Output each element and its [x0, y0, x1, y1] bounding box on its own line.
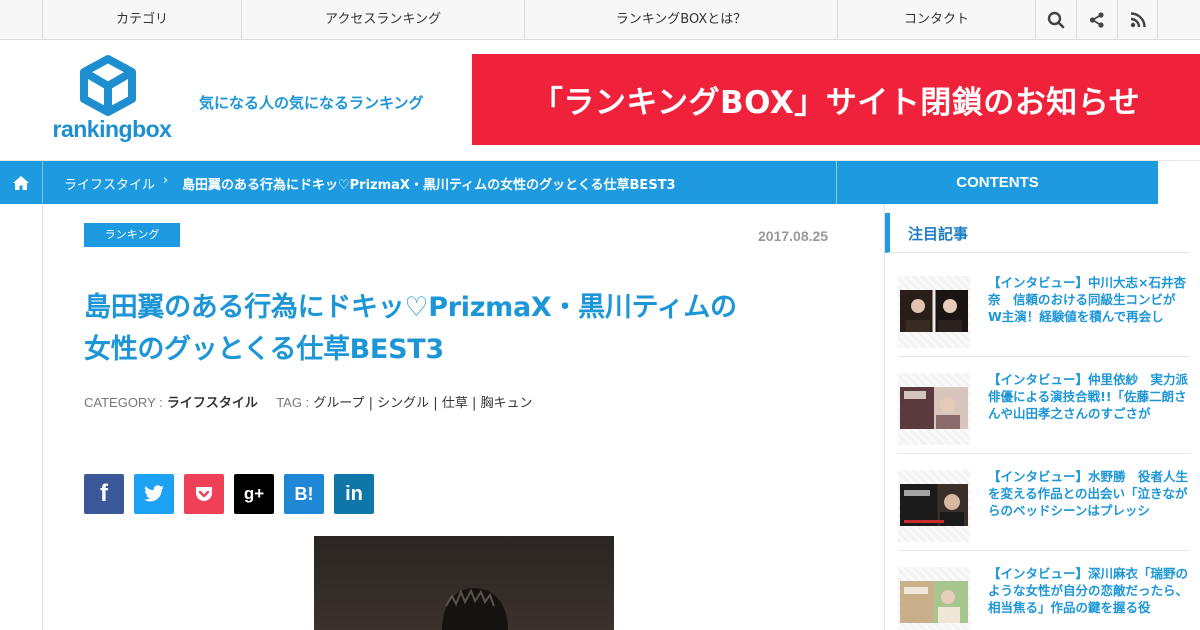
sidebar-article-title[interactable]: 【インタビュー】深川麻衣「瑞野のような女性が自分の恋敵だったら、相当焦る」作品の… [988, 565, 1188, 616]
sidebar-article-title[interactable]: 【インタビュー】仲里依紗 実力派俳優による演技合戦!!「佐藤二朗さんや山田孝之さ… [988, 371, 1188, 422]
home-button[interactable] [0, 161, 43, 204]
category-value-link[interactable]: ライフスタイル [167, 396, 258, 411]
linkedin-icon: in [345, 482, 363, 505]
article-thumbnail[interactable] [898, 276, 970, 348]
hatena-bookmark-button[interactable]: B! [284, 474, 324, 514]
logo-wordmark: rankingbox [52, 116, 172, 142]
sidebar-article-item[interactable]: 【インタビュー】仲里依紗 実力派俳優による演技合戦!!「佐藤二朗さんや山田孝之さ… [898, 371, 1190, 454]
thumbnail-image [900, 581, 968, 623]
rss-icon [1130, 12, 1146, 28]
article-title: 島田翼のある行為にドキッ♡PrizmaX・黒川ティムの 女性のグッとくる仕草BE… [84, 287, 844, 371]
home-icon [13, 175, 29, 190]
breadcrumb-category-link[interactable]: ライフスタイル [64, 174, 155, 193]
article-title-line2: 女性のグッとくる仕草BEST3 [84, 334, 444, 365]
rss-button[interactable] [1117, 0, 1158, 40]
sidebar-border [884, 204, 885, 630]
sidebar-article-item[interactable]: 【インタビュー】中川大志×石井杏奈 信頼のおける同級生コンビがW主演！経験値を積… [898, 274, 1190, 357]
share-button[interactable] [1076, 0, 1117, 40]
nav-item-category[interactable]: カテゴリ [42, 0, 241, 40]
sidebar-heading-text: 注目記事 [908, 225, 969, 243]
chevron-right-icon: › [163, 173, 169, 188]
sidebar-article-title[interactable]: 【インタビュー】水野勝 役者人生を変える作品との出会い「泣きながらのベッドシーン… [988, 468, 1188, 519]
top-navigation: カテゴリ アクセスランキング ランキングBOXとは？ コンタクト [0, 0, 1200, 40]
twitter-icon [144, 485, 164, 502]
search-icon [1047, 11, 1065, 29]
article-date: 2017.08.25 [758, 228, 829, 244]
article-thumbnail[interactable] [898, 373, 970, 445]
category-badge[interactable]: ランキング [84, 223, 180, 247]
sidebar-article-item[interactable]: 【インタビュー】水野勝 役者人生を変える作品との出会い「泣きながらのベッドシーン… [898, 468, 1190, 551]
breadcrumb-bar: ライフスタイル › 島田翼のある行為にドキッ♡PrizmaX・黒川ティムの女性の… [0, 161, 1158, 204]
googleplus-icon: g+ [243, 484, 265, 503]
thumbnail-image [900, 484, 968, 526]
contents-tab[interactable]: CONTENTS [836, 161, 1158, 204]
main-column-border [42, 204, 43, 630]
person-hair-image [442, 588, 508, 630]
pocket-share-button[interactable] [184, 474, 224, 514]
site-logo[interactable]: rankingbox [46, 54, 176, 146]
hatena-icon: B! [294, 483, 314, 504]
nav-item-about[interactable]: ランキングBOXとは？ [524, 0, 837, 40]
twitter-share-button[interactable] [134, 474, 174, 514]
facebook-icon: f [100, 480, 108, 507]
closure-notice-banner[interactable]: 「ランキングBOX」サイト閉鎖のお知らせ [472, 54, 1200, 145]
googleplus-share-button[interactable]: g+ [234, 474, 274, 514]
sidebar-article-item[interactable]: 【インタビュー】深川麻衣「瑞野のような女性が自分の恋敵だったら、相当焦る」作品の… [898, 565, 1190, 630]
nav-item-access-ranking[interactable]: アクセスランキング [241, 0, 524, 40]
thumbnail-image [900, 290, 968, 332]
tag-links[interactable]: グループ | シングル | 仕草 | 胸キュン [313, 396, 532, 411]
linkedin-share-button[interactable]: in [334, 474, 374, 514]
box-logo-icon [80, 55, 136, 116]
search-button[interactable] [1035, 0, 1076, 40]
share-icon [1089, 12, 1104, 28]
article-meta: CATEGORY : ライフスタイル TAG : グループ | シングル | 仕… [84, 392, 532, 411]
sidebar-article-title[interactable]: 【インタビュー】中川大志×石井杏奈 信頼のおける同級生コンビがW主演！経験値を積… [988, 274, 1188, 325]
article-thumbnail[interactable] [898, 470, 970, 542]
pocket-icon [196, 487, 212, 501]
article-main-photo [314, 536, 614, 630]
tag-key: TAG : [276, 395, 310, 410]
thumbnail-image [900, 387, 968, 429]
breadcrumb-current-page: 島田翼のある行為にドキッ♡PrizmaX・黒川ティムの女性のグッとくる仕草BES… [182, 178, 676, 193]
facebook-share-button[interactable]: f [84, 474, 124, 514]
article-thumbnail[interactable] [898, 567, 970, 630]
nav-item-contact[interactable]: コンタクト [837, 0, 1035, 40]
article-title-line1: 島田翼のある行為にドキッ♡PrizmaX・黒川ティムの [84, 292, 737, 323]
site-tagline: 気になる人の気になるランキング [199, 94, 424, 112]
category-key: CATEGORY : [84, 395, 163, 410]
sidebar-featured-heading: 注目記事 [885, 213, 1190, 253]
